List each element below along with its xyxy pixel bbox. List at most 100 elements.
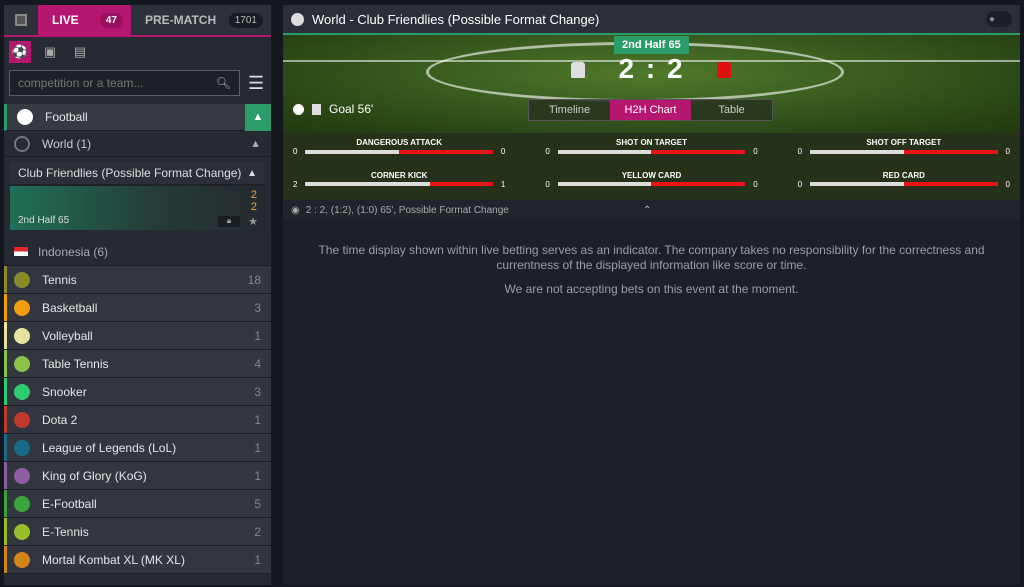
score: 2 : 2 <box>283 53 1020 85</box>
sidebar-item-table-tennis[interactable]: Table Tennis 4 <box>4 350 271 378</box>
collapse-sidebar-button[interactable] <box>4 5 38 35</box>
football-icon <box>291 12 304 26</box>
sidebar-item-label: Mortal Kombat XL (MK XL) <box>42 552 185 567</box>
sidebar-item-label: E-Football <box>42 496 97 511</box>
tab-h2h-chart[interactable]: H2H Chart <box>610 100 691 120</box>
menu-icon[interactable]: ☰ <box>248 74 266 92</box>
e-football-icon <box>14 495 30 512</box>
sidebar-item-league-of-legends-lol[interactable]: League of Legends (LoL) 1 <box>4 434 271 462</box>
stats-grid: DANGEROUS ATTACK 0 0 SHOT ON TARGET 0 0 SHOT O… <box>283 133 1020 200</box>
sport-color-bar <box>4 490 7 517</box>
sidebar-item-football[interactable]: Football ▲ <box>4 103 271 131</box>
view-tabs: Timeline H2H Chart Table <box>528 99 773 121</box>
disclaimer-text: The time display shown within live betti… <box>318 243 985 272</box>
stat-name: SHOT ON TARGET <box>616 138 687 147</box>
stat-bar-home-fill <box>305 149 400 154</box>
stat-item: SHOT ON TARGET 0 0 <box>545 138 757 168</box>
tab-timeline[interactable]: Timeline <box>529 100 610 120</box>
stat-bar-home-fill <box>305 182 431 186</box>
schedule-icon[interactable]: ▤ <box>69 41 91 63</box>
sidebar-item-tennis[interactable]: Tennis 18 <box>4 266 271 294</box>
football-icon <box>17 109 33 125</box>
event-text: Goal 56' <box>329 102 374 116</box>
sidebar-item-count: 1 <box>254 412 261 427</box>
chevron-up-icon[interactable]: ⌃ <box>643 205 651 216</box>
sidebar-item-indonesia[interactable]: Indonesia (6) <box>4 238 271 266</box>
volleyball-icon <box>14 327 30 344</box>
away-shirt-icon <box>717 62 731 78</box>
sidebar-item-e-football[interactable]: E-Football 5 <box>4 490 271 518</box>
match-time: 2nd Half 65 <box>18 215 70 226</box>
sidebar-item-label: Volleyball <box>42 328 93 343</box>
search-icon[interactable]: 🔍︎ <box>216 76 231 90</box>
live-count-badge: 47 <box>99 12 123 28</box>
sport-color-bar <box>4 350 7 377</box>
away-score: 2 <box>666 53 685 84</box>
away-score: 2 <box>250 201 257 213</box>
stat-bar <box>557 149 746 154</box>
basketball-icon <box>14 299 30 316</box>
tab-label: LIVE <box>52 13 79 27</box>
tennis-icon <box>14 271 30 288</box>
king-of-glory-kog-icon <box>14 467 30 484</box>
match-card[interactable]: 22 2nd Half 65 🔒︎ ★ <box>10 186 265 230</box>
sidebar-item-volleyball[interactable]: Volleyball 1 <box>4 322 271 350</box>
stat-bar <box>305 149 493 154</box>
sidebar-item-label: League of Legends (LoL) <box>42 440 177 455</box>
sidebar-item-count: 3 <box>254 300 261 315</box>
shirt-icon <box>312 103 321 115</box>
event-header: World - Club Friendlies (Possible Format… <box>283 5 1020 33</box>
sidebar-item-e-tennis[interactable]: E-Tennis 2 <box>4 518 271 546</box>
sport-color-bar <box>4 322 7 349</box>
sidebar: LIVE 47 PRE-MATCH 1701 ⚽ ▣ ▤ 🔍︎ ☰ Football… <box>4 5 271 585</box>
sidebar-item-label: King of Glory (KoG) <box>42 468 147 483</box>
home-score: 2 <box>250 189 257 201</box>
sidebar-item-snooker[interactable]: Snooker 3 <box>4 378 271 406</box>
square-icon <box>15 14 27 26</box>
dota-2-icon <box>14 411 30 428</box>
competition-header[interactable]: Club Friendlies (Possible Format Change)… <box>10 162 265 184</box>
sidebar-item-world[interactable]: World (1) ▲ <box>4 131 271 157</box>
stat-item: CORNER KICK 2 1 <box>293 171 505 201</box>
sport-color-bar <box>4 406 7 433</box>
last-event: Goal 56' <box>293 102 373 116</box>
sidebar-item-mortal-kombat-xl-mk-xl[interactable]: Mortal Kombat XL (MK XL) 1 <box>4 546 271 574</box>
football-icon <box>293 103 304 115</box>
sidebar-item-label: Indonesia (6) <box>38 244 109 259</box>
sidebar-item-basketball[interactable]: Basketball 3 <box>4 294 271 322</box>
stat-bar-home-fill <box>557 149 652 154</box>
stat-away: 0 <box>1005 179 1010 189</box>
tab-prematch[interactable]: PRE-MATCH 1701 <box>131 5 271 35</box>
chevron-up-icon[interactable]: ▲ <box>247 168 257 179</box>
home-score: 2 <box>618 53 637 84</box>
stat-item: RED CARD 0 0 <box>798 171 1010 201</box>
star-icon[interactable]: ★ <box>248 215 258 228</box>
sidebar-item-dota-2[interactable]: Dota 2 1 <box>4 406 271 434</box>
competition-group: Club Friendlies (Possible Format Change)… <box>10 162 265 230</box>
sidebar-item-king-of-glory-kog[interactable]: King of Glory (KoG) 1 <box>4 462 271 490</box>
chevron-up-icon[interactable]: ▲ <box>245 103 271 131</box>
view-icons: ⚽ ▣ ▤ <box>4 37 271 67</box>
monitor-icon[interactable]: ▣ <box>39 41 61 63</box>
period-badge: 2nd Half 65 <box>614 36 689 54</box>
globe-icon[interactable]: ⚽ <box>9 41 31 63</box>
stat-item: DANGEROUS ATTACK 0 0 <box>293 138 505 168</box>
tab-table[interactable]: Table <box>691 100 772 120</box>
stat-away: 0 <box>500 147 506 156</box>
tab-live[interactable]: LIVE 47 <box>38 5 131 35</box>
stat-home: 2 <box>293 179 298 189</box>
sidebar-item-label: World (1) <box>42 136 92 151</box>
stat-bar <box>557 182 746 186</box>
search-input[interactable] <box>18 76 198 90</box>
sidebar-item-count: 1 <box>254 552 261 567</box>
chevron-up-icon[interactable]: ▲ <box>250 138 261 150</box>
sidebar-item-count: 18 <box>247 272 261 287</box>
indonesia-flag-icon <box>14 247 28 256</box>
stat-item: YELLOW CARD 0 0 <box>545 171 757 201</box>
toggle-switch[interactable]: ● <box>986 11 1012 27</box>
stat-away: 0 <box>753 147 758 156</box>
stat-name: DANGEROUS ATTACK <box>356 138 442 147</box>
sidebar-item-count: 3 <box>254 384 261 399</box>
e-tennis-icon <box>14 523 30 540</box>
sport-color-bar <box>4 434 7 461</box>
